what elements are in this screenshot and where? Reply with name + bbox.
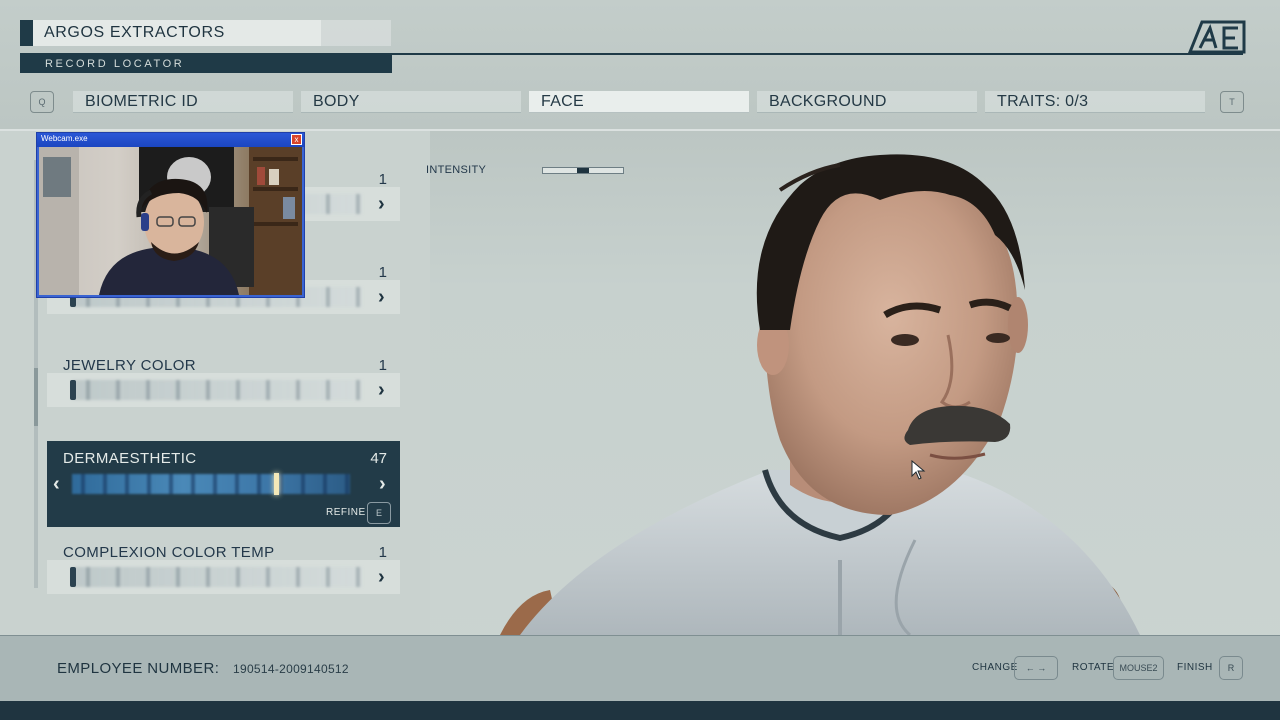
webcam-title: Webcam.exe — [41, 134, 88, 143]
close-icon[interactable]: x — [291, 134, 302, 145]
option-value-jewelry-color: 1 — [378, 357, 387, 374]
option-label-jewelry-color: JEWELRY COLOR — [63, 357, 197, 374]
slider-knob[interactable] — [70, 380, 76, 400]
footer-strip — [0, 701, 1280, 720]
change-label: CHANGE — [972, 662, 1018, 673]
chevron-right-icon[interactable]: › — [378, 287, 385, 307]
chevron-right-icon[interactable]: › — [378, 194, 385, 214]
tab-background[interactable]: BACKGROUND — [757, 91, 977, 113]
tab-body[interactable]: BODY — [301, 91, 521, 113]
slider-knob[interactable] — [274, 473, 279, 495]
webcam-window[interactable]: Webcam.exe x — [36, 132, 305, 298]
employee-number-value: 190514-2009140512 — [233, 662, 349, 676]
chevron-right-icon[interactable]: › — [378, 567, 385, 587]
webcam-video — [39, 147, 302, 295]
webcam-titlebar[interactable]: Webcam.exe x — [37, 133, 304, 147]
jewelry-color-slider[interactable] — [72, 380, 362, 400]
finish-key-button[interactable]: R — [1219, 656, 1243, 680]
tab-face[interactable]: FACE — [529, 91, 749, 113]
prev-tab-key[interactable]: Q — [30, 91, 54, 113]
rotate-label: ROTATE — [1072, 662, 1115, 673]
rotate-key-button[interactable]: MOUSE2 — [1113, 656, 1164, 680]
options-scrollbar-thumb[interactable] — [34, 368, 38, 426]
option-label-complexion-color-temp: COMPLEXION COLOR TEMP — [63, 544, 275, 561]
complexion-color-temp-slider[interactable] — [72, 567, 362, 587]
option-value: 1 — [378, 264, 387, 281]
finish-label: FINISH — [1177, 662, 1213, 673]
change-key-button[interactable]: ← → — [1014, 656, 1058, 680]
refine-key-button[interactable]: E — [367, 502, 391, 524]
tab-traits[interactable]: TRAITS: 0/3 — [985, 91, 1205, 113]
dermaesthetic-slider[interactable] — [72, 474, 350, 494]
option-value-dermaesthetic: 47 — [370, 450, 387, 467]
header-title-extension — [321, 20, 391, 46]
company-title: ARGOS EXTRACTORS — [33, 20, 321, 46]
intensity-label: INTENSITY — [426, 164, 487, 176]
next-tab-key[interactable]: T — [1220, 91, 1244, 113]
option-label-dermaesthetic: DERMAESTHETIC — [63, 450, 197, 467]
constellation-logo-icon — [1188, 20, 1246, 54]
chevron-left-icon[interactable]: ‹ — [53, 474, 60, 494]
employee-number-label: EMPLOYEE NUMBER: — [57, 660, 220, 677]
character-preview[interactable] — [480, 140, 1200, 635]
option-value: 1 — [378, 171, 387, 188]
header-accent — [20, 20, 33, 46]
webcam-person-image — [39, 147, 302, 295]
refine-label: REFINE — [326, 507, 366, 518]
record-locator-label: RECORD LOCATOR — [20, 55, 392, 73]
mouse-cursor-icon — [911, 460, 926, 480]
option-value-complexion-color-temp: 1 — [378, 544, 387, 561]
chevron-right-icon[interactable]: › — [378, 380, 385, 400]
chevron-right-icon[interactable]: › — [379, 474, 386, 494]
slider-knob[interactable] — [70, 567, 76, 587]
tab-biometric-id[interactable]: BIOMETRIC ID — [73, 91, 293, 113]
